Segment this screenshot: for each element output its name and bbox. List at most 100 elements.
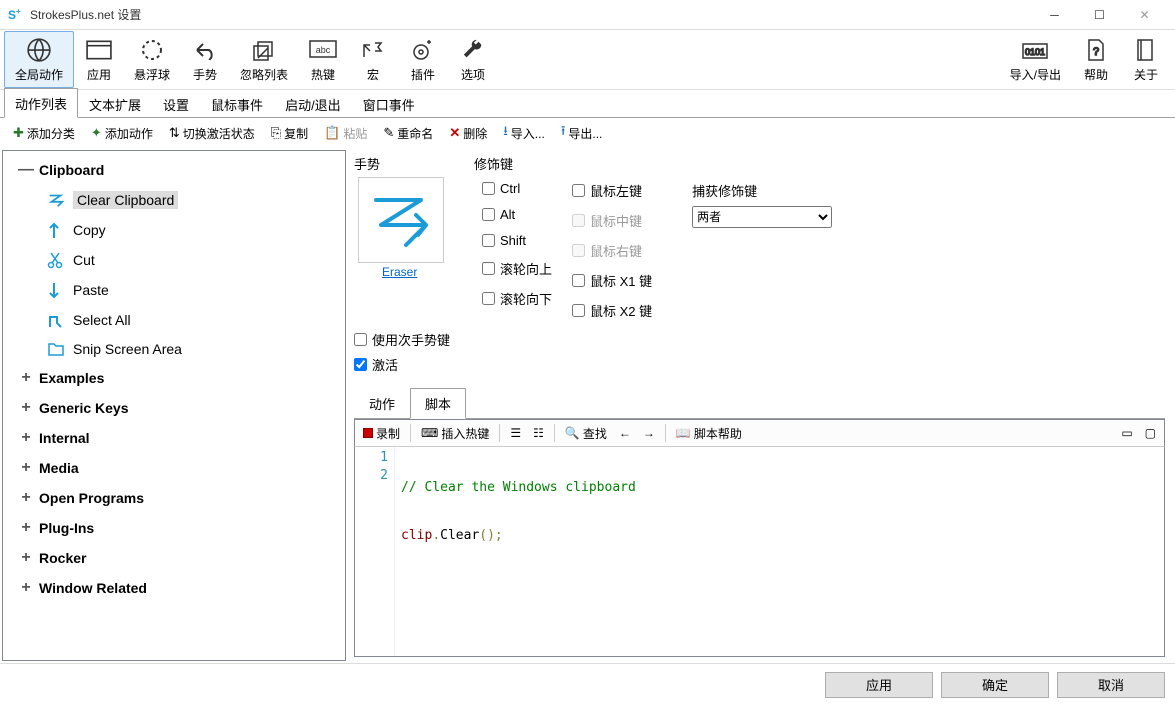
tree-category[interactable]: +Generic Keys	[3, 393, 345, 423]
expand-icon[interactable]: +	[13, 399, 39, 417]
toolbar-plugins[interactable]: 插件	[398, 32, 448, 87]
insert-hotkey-button[interactable]: ⌨插入热键	[417, 423, 493, 444]
toolbar-floater[interactable]: 悬浮球	[124, 32, 180, 87]
find-button[interactable]: 🔍查找	[561, 423, 611, 444]
import-button[interactable]: ⭳导入...	[496, 118, 552, 148]
tree-category[interactable]: +Window Related	[3, 573, 345, 603]
toggle-active-button[interactable]: ⇅切换激活状态	[162, 121, 262, 146]
gesture-name-link[interactable]: Eraser	[382, 265, 417, 279]
modifier-checkbox[interactable]: Ctrl	[482, 181, 552, 196]
toolbar-options[interactable]: 选项	[448, 32, 498, 87]
tree-item[interactable]: Select All	[3, 305, 345, 335]
script-help-button[interactable]: 📖脚本帮助	[672, 423, 746, 444]
tree-category[interactable]: +Internal	[3, 423, 345, 453]
record-button[interactable]: 录制	[359, 423, 404, 444]
subtab-mouse-events[interactable]: 鼠标事件	[200, 89, 274, 118]
toolbar-global-actions[interactable]: 全局动作	[4, 31, 74, 88]
use-secondary-checkbox[interactable]: 使用次手势键	[354, 330, 1165, 349]
subtab-startup-exit[interactable]: 启动/退出	[274, 89, 352, 118]
maximize-button[interactable]: ☐	[1077, 0, 1122, 29]
active-checkbox[interactable]: 激活	[354, 355, 1165, 374]
cancel-button[interactable]: 取消	[1057, 672, 1165, 698]
toolbar-macros[interactable]: 宏	[348, 32, 398, 87]
outdent-button[interactable]: ☷	[529, 424, 548, 442]
tree-item[interactable]: Snip Screen Area	[3, 335, 345, 363]
next-button[interactable]: →	[639, 424, 659, 442]
dotted-circle-icon	[140, 36, 164, 64]
gesture-preview[interactable]	[358, 177, 444, 263]
apply-button[interactable]: 应用	[825, 672, 933, 698]
toolbar-applications[interactable]: 应用	[74, 32, 124, 87]
paste-button[interactable]: 📋粘贴	[317, 121, 374, 146]
modifier-checkbox[interactable]: 鼠标 X2 键	[572, 301, 652, 320]
tree-category[interactable]: +Open Programs	[3, 483, 345, 513]
close-button[interactable]: ✕	[1122, 0, 1167, 29]
toolbar-gestures[interactable]: 手势	[180, 32, 230, 87]
path-a-icon	[47, 311, 67, 329]
search-icon: 🔍	[565, 426, 580, 440]
capture-modifier-select[interactable]: 两者	[692, 206, 832, 228]
tree-item[interactable]: Cut	[3, 245, 345, 275]
indent-button[interactable]: ☰	[506, 424, 525, 442]
delete-icon: ✕	[449, 125, 460, 141]
code-editor[interactable]: 1 2 // Clear the Windows clipboard clip.…	[354, 447, 1165, 657]
expand-icon[interactable]: +	[13, 579, 39, 597]
collapse-button[interactable]: ▭	[1117, 424, 1136, 442]
help-file-icon: ?	[1086, 36, 1106, 64]
window-icon	[86, 36, 112, 64]
subtab-action-list[interactable]: 动作列表	[4, 88, 78, 118]
undo-arrow-icon	[193, 36, 217, 64]
expand-icon[interactable]: +	[13, 429, 39, 447]
tree-category[interactable]: +Plug-Ins	[3, 513, 345, 543]
modifier-checkbox[interactable]: 鼠标 X1 键	[572, 271, 652, 290]
tree-category[interactable]: +Media	[3, 453, 345, 483]
toolbar-import-export[interactable]: 0101 导入/导出	[1000, 32, 1071, 87]
paste-icon: 📋	[324, 125, 340, 141]
toolbar-ignore-list[interactable]: 忽略列表	[230, 32, 298, 87]
toolbar-hotkeys[interactable]: abc 热键	[298, 32, 348, 87]
toolbar-help[interactable]: ? 帮助	[1071, 32, 1121, 87]
modifier-checkbox[interactable]: 鼠标左键	[572, 181, 652, 200]
tree-category[interactable]: —Clipboard	[3, 155, 345, 185]
add-category-button[interactable]: ✚添加分类	[6, 121, 82, 146]
expand-icon[interactable]: +	[13, 549, 39, 567]
tree-category[interactable]: +Rocker	[3, 543, 345, 573]
tree-item[interactable]: Paste	[3, 275, 345, 305]
tree-category[interactable]: +Examples	[3, 363, 345, 393]
rename-button[interactable]: ✎重命名	[376, 121, 440, 146]
import-export-icon: 0101	[1021, 36, 1049, 64]
book-icon: 📖	[676, 426, 691, 440]
tree-panel[interactable]: —ClipboardClear ClipboardCopyCutPasteSel…	[2, 150, 346, 661]
subtab-window-events[interactable]: 窗口事件	[352, 89, 426, 118]
subtab-text-expansion[interactable]: 文本扩展	[78, 89, 152, 118]
toggle-icon: ⇅	[169, 125, 180, 141]
expand-icon[interactable]: +	[13, 489, 39, 507]
rename-icon: ✎	[383, 125, 394, 141]
code-tab-action[interactable]: 动作	[354, 388, 410, 419]
expand-icon[interactable]: +	[13, 519, 39, 537]
modifier-checkbox[interactable]: 滚轮向下	[482, 289, 552, 308]
add-action-button[interactable]: ✦添加动作	[84, 121, 160, 146]
gesture-group-title: 手势	[354, 154, 464, 173]
code-tab-script[interactable]: 脚本	[410, 388, 466, 419]
keyboard-icon: ⌨	[421, 426, 438, 440]
toolbar-about[interactable]: 关于	[1121, 32, 1171, 87]
minimize-button[interactable]: ─	[1032, 0, 1077, 29]
subtab-settings[interactable]: 设置	[152, 89, 200, 118]
copy-button[interactable]: ⎘复制	[264, 121, 315, 146]
expand-icon[interactable]: +	[13, 459, 39, 477]
prev-button[interactable]: ←	[615, 424, 635, 442]
delete-button[interactable]: ✕删除	[442, 121, 494, 146]
expand-icon[interactable]: +	[13, 369, 39, 387]
code-tabs: 动作 脚本	[354, 388, 1165, 419]
modifier-checkbox[interactable]: Alt	[482, 207, 552, 222]
export-button[interactable]: ⭱导出...	[554, 118, 610, 148]
action-toolbar: ✚添加分类 ✦添加动作 ⇅切换激活状态 ⎘复制 📋粘贴 ✎重命名 ✕删除 ⭳导入…	[0, 118, 1175, 148]
modifier-checkbox[interactable]: Shift	[482, 233, 552, 248]
ok-button[interactable]: 确定	[941, 672, 1049, 698]
modifier-checkbox[interactable]: 滚轮向上	[482, 259, 552, 278]
collapse-icon[interactable]: —	[13, 161, 39, 179]
tree-item[interactable]: Clear Clipboard	[3, 185, 345, 215]
tree-item[interactable]: Copy	[3, 215, 345, 245]
expand-button[interactable]: ▢	[1141, 424, 1160, 442]
